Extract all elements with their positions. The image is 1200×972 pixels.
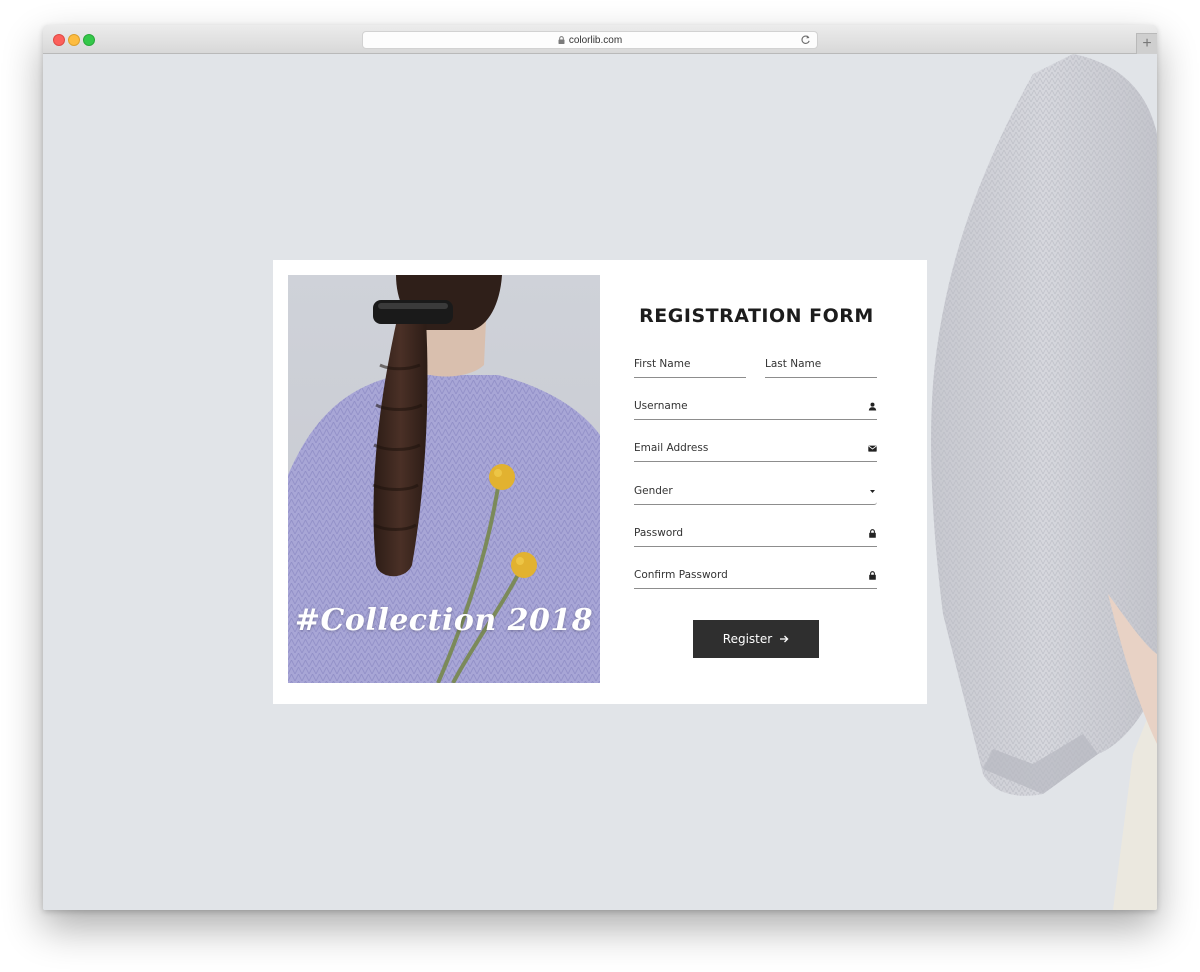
- collection-photo: #Collection 2018: [288, 275, 600, 683]
- arrow-right-icon: [780, 635, 789, 643]
- password-input[interactable]: Password: [634, 526, 877, 547]
- browser-titlebar: colorlib.com +: [43, 25, 1157, 54]
- last-name-input[interactable]: Last Name: [765, 357, 877, 378]
- username-placeholder: Username: [634, 400, 688, 412]
- padlock-icon: [869, 529, 876, 538]
- browser-window: colorlib.com + #Collection 2018 REGISTRA…: [43, 25, 1157, 910]
- caret-down-icon: [870, 490, 875, 493]
- close-window-button[interactable]: [53, 34, 65, 46]
- zoom-window-button[interactable]: [83, 34, 95, 46]
- address-bar[interactable]: colorlib.com: [362, 31, 818, 49]
- confirm-password-input[interactable]: Confirm Password: [634, 568, 877, 589]
- page-viewport: #Collection 2018 REGISTRATION FORM First…: [43, 54, 1157, 910]
- envelope-icon: [868, 445, 877, 452]
- register-button[interactable]: Register: [693, 620, 819, 658]
- first-name-placeholder: First Name: [634, 358, 691, 370]
- email-placeholder: Email Address: [634, 442, 709, 454]
- confirm-password-placeholder: Confirm Password: [634, 569, 728, 581]
- register-label: Register: [722, 632, 773, 646]
- form-title: REGISTRATION FORM: [639, 305, 874, 327]
- gender-placeholder: Gender: [634, 485, 673, 497]
- registration-card: #Collection 2018 REGISTRATION FORM First…: [273, 260, 927, 704]
- reload-icon[interactable]: [800, 34, 811, 45]
- gender-select[interactable]: Gender: [634, 484, 877, 505]
- first-name-input[interactable]: First Name: [634, 357, 746, 378]
- last-name-placeholder: Last Name: [765, 358, 822, 370]
- padlock-icon: [869, 571, 876, 580]
- lock-icon: [558, 36, 565, 44]
- url-text: colorlib.com: [568, 34, 623, 46]
- user-icon: [868, 402, 877, 411]
- new-tab-button[interactable]: +: [1136, 33, 1157, 54]
- minimize-window-button[interactable]: [68, 34, 80, 46]
- side-model-photo: [931, 54, 1157, 910]
- password-placeholder: Password: [634, 527, 684, 539]
- collection-caption: #Collection 2018: [294, 603, 594, 638]
- email-input[interactable]: Email Address: [634, 441, 877, 462]
- username-input[interactable]: Username: [634, 399, 877, 420]
